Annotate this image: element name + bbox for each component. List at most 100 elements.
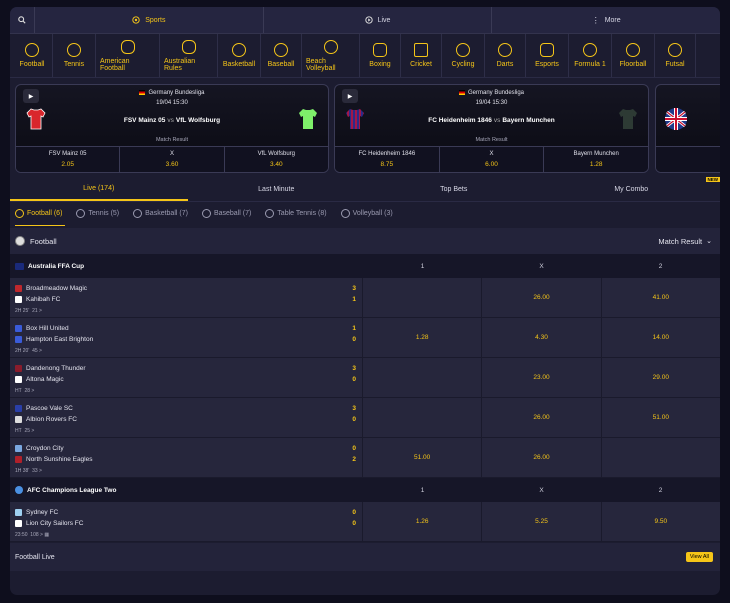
home-team: Box Hill United — [26, 325, 69, 332]
filter-label: Football (6) — [27, 210, 63, 217]
sport-floorball[interactable]: Floorball — [612, 34, 655, 77]
odd-home[interactable]: Ja — [656, 147, 720, 172]
odd-away[interactable]: Bayern Munchen 1.28 — [544, 147, 648, 172]
sports-menu: Football Tennis American Football Austra… — [10, 34, 720, 78]
odd-label: VfL Wolfsburg — [257, 151, 295, 157]
odd-draw[interactable]: X 6.00 — [440, 147, 545, 172]
sport-esports[interactable]: Esports — [526, 34, 569, 77]
view-all-button[interactable]: View All — [685, 552, 713, 562]
odd-away[interactable]: VfL Wolfsburg 3.40 — [225, 147, 328, 172]
nav-sports-label: Sports — [145, 16, 166, 24]
sport-label: American Football — [100, 57, 130, 72]
filter-volleyball[interactable]: Volleyball (3) — [340, 209, 393, 218]
market-dropdown[interactable]: Match Result ⌄ — [658, 237, 712, 246]
match-row[interactable]: Broadmeadow Magic 3 Kahibah FC 1 2H 25' 21… — [10, 278, 720, 318]
odd-away[interactable] — [602, 438, 720, 477]
match-row[interactable]: Dandenong Thunder 3 Altona Magic 0 HT 28 >… — [10, 358, 720, 398]
filter-tennis[interactable]: Tennis (5) — [76, 209, 119, 218]
odd-draw[interactable]: 4.30 — [482, 318, 602, 357]
sport-basketball[interactable]: Basketball — [218, 34, 261, 77]
sport-american-football[interactable]: American Football — [96, 34, 160, 77]
match-row[interactable]: Pascoe Vale SC 3 Albion Rovers FC 0 HT 25 … — [10, 398, 720, 438]
odd-draw[interactable]: 23.00 — [482, 358, 602, 397]
sport-cricket[interactable]: Cricket — [401, 34, 442, 77]
home-team: Pascoe Vale SC — [26, 405, 73, 412]
nav-sports[interactable]: Sports — [35, 7, 264, 33]
sport-australian-rules[interactable]: Australian Rules — [160, 34, 218, 77]
more-markets-link[interactable]: 33 > — [32, 468, 42, 474]
card-vs: vs — [493, 117, 501, 124]
filter-table-tennis[interactable]: Table Tennis (8) — [265, 209, 327, 218]
tab-live[interactable]: Live (174) — [10, 177, 188, 201]
odd-home[interactable]: FSV Mainz 05 2.05 — [16, 147, 121, 172]
tab-last-minute[interactable]: Last Minute — [188, 177, 366, 201]
filter-football[interactable]: Football (6) — [15, 209, 62, 218]
sportsbook-app: Sports Live ⋮ More Football Tennis Ameri… — [10, 7, 720, 595]
match-card[interactable]: ▶ Germany Bundesliga 19/04 15:30 FC Heid… — [334, 84, 649, 173]
team-name-group: North Sunshine Eagles — [15, 456, 93, 463]
market-dropdown-label: Match Result — [658, 236, 703, 246]
card-away-team: Bayern Munchen — [502, 117, 555, 124]
odd-away[interactable]: 29.00 — [602, 358, 720, 397]
sport-darts[interactable]: Darts — [485, 34, 526, 77]
odd-away[interactable]: 14.00 — [602, 318, 720, 357]
sport-futsal[interactable]: Futsal — [655, 34, 696, 77]
odd-home[interactable] — [363, 398, 483, 437]
odd-draw[interactable]: 5.25 — [482, 502, 602, 541]
search-button[interactable] — [10, 7, 35, 33]
match-card-partial[interactable]: Ja — [655, 84, 720, 173]
odd-value: 2.05 — [61, 161, 74, 168]
darts-icon — [498, 43, 512, 57]
more-markets-link[interactable]: 108 > — [30, 532, 43, 538]
odd-draw[interactable]: 26.00 — [482, 398, 602, 437]
match-row[interactable]: Sydney FC 0 Lion City Sailors FC 0 23:50 1… — [10, 502, 720, 542]
team-kit-icon — [15, 285, 22, 292]
sport-formula-1[interactable]: Formula 1 — [569, 34, 612, 77]
match-card[interactable]: ▶ Germany Bundesliga 19/04 15:30 FSV Mai… — [15, 84, 329, 173]
home-score: 0 — [352, 509, 356, 516]
afc-logo-icon — [15, 486, 23, 494]
odd-away[interactable]: 51.00 — [602, 398, 720, 437]
sport-boxing[interactable]: Boxing — [360, 34, 401, 77]
card-teams: FSV Mainz 05 vs VfL Wolfsburg — [16, 117, 328, 124]
odd-home[interactable]: FC Heidenheim 1846 8.75 — [335, 147, 440, 172]
tab-top-bets[interactable]: Top Bets — [365, 177, 543, 201]
uk-flag-icon — [664, 107, 688, 131]
nav-more[interactable]: ⋮ More — [492, 7, 720, 33]
team-kit-icon — [15, 376, 22, 383]
away-score: 0 — [352, 376, 356, 383]
odd-home[interactable] — [363, 278, 483, 317]
more-markets-link[interactable]: 25 > — [24, 428, 34, 434]
odd-away[interactable]: 9.50 — [602, 502, 720, 541]
filter-baseball[interactable]: Baseball (7) — [201, 209, 251, 218]
away-team: Lion City Sailors FC — [26, 520, 84, 527]
sport-label: Baseball — [267, 61, 295, 68]
more-markets-link[interactable]: 28 > — [24, 388, 34, 394]
match-row[interactable]: Croydon City 0 North Sunshine Eagles 2 1H … — [10, 438, 720, 478]
sport-baseball[interactable]: Baseball — [261, 34, 302, 77]
match-row[interactable]: Box Hill United 1 Hampton East Brighton 0 … — [10, 318, 720, 358]
odd-home[interactable]: 51.00 — [363, 438, 483, 477]
odd-home[interactable] — [363, 358, 483, 397]
football-icon — [15, 209, 24, 218]
filter-basketball[interactable]: Basketball (7) — [133, 209, 188, 218]
sport-football[interactable]: Football — [12, 34, 53, 77]
sport-beach-volleyball[interactable]: Beach Volleyball — [302, 34, 360, 77]
more-markets-link[interactable]: 45 > — [32, 348, 42, 354]
more-markets-link[interactable]: 21 > — [32, 308, 42, 314]
stats-icon[interactable]: ▦ — [44, 532, 49, 538]
chevron-down-icon: ⌄ — [706, 238, 712, 245]
odd-draw[interactable]: X 3.60 — [120, 147, 225, 172]
team-kit-icon — [15, 509, 22, 516]
odd-draw[interactable]: 26.00 — [482, 438, 602, 477]
away-team-row: Hampton East Brighton 0 — [15, 334, 362, 345]
odd-home[interactable]: 1.28 — [363, 318, 483, 357]
odd-draw[interactable]: 26.00 — [482, 278, 602, 317]
odd-away[interactable]: 41.00 — [602, 278, 720, 317]
sport-cycling[interactable]: Cycling — [442, 34, 485, 77]
away-score: 2 — [352, 456, 356, 463]
tab-my-combo[interactable]: My Combo NEW — [543, 177, 720, 201]
sport-tennis[interactable]: Tennis — [53, 34, 96, 77]
nav-live[interactable]: Live — [264, 7, 493, 33]
odd-home[interactable]: 1.26 — [363, 502, 483, 541]
